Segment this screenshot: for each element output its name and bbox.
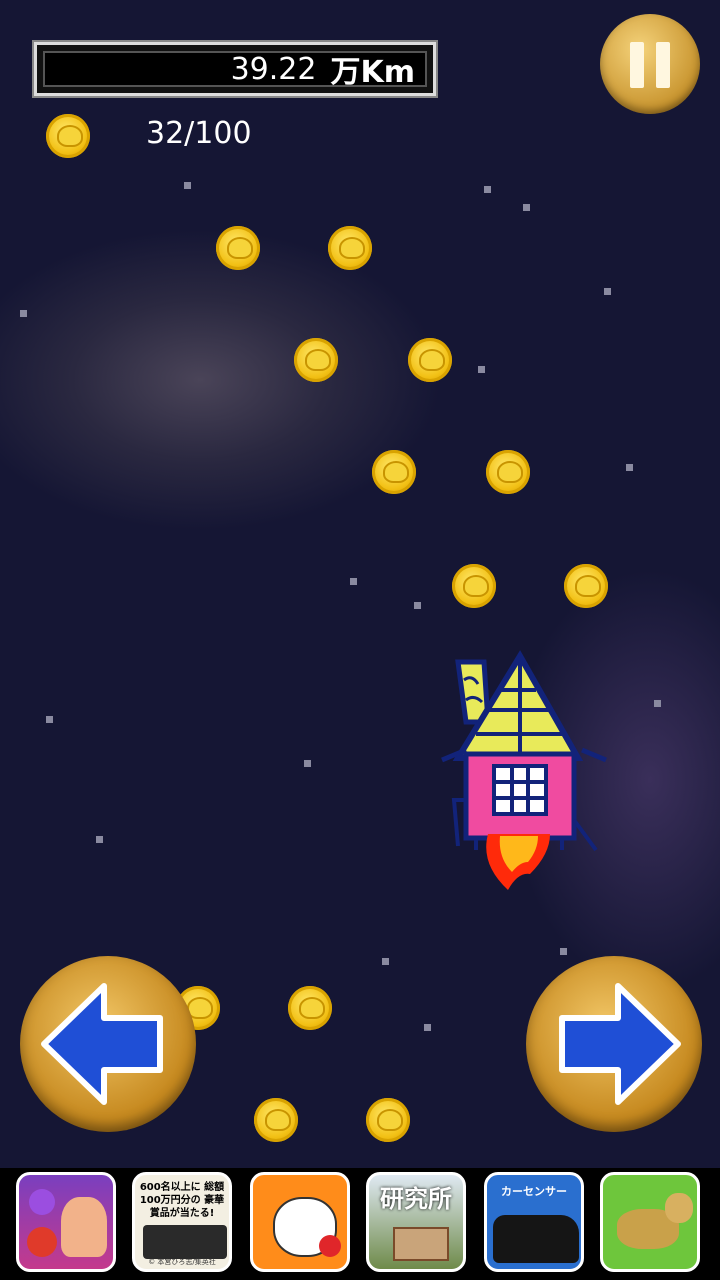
ad-cow-game[interactable] (600, 1172, 700, 1272)
coin-icon (452, 564, 496, 608)
coin-counter: 32/100 (146, 116, 252, 151)
ad-cat-game[interactable] (250, 1172, 350, 1272)
coin-icon (288, 986, 332, 1030)
pause-button[interactable] (600, 14, 700, 114)
right-arrow-icon (559, 983, 681, 1105)
flying-house-rocket (441, 650, 607, 890)
ad-carsensor[interactable]: カーセンサー (484, 1172, 584, 1272)
ad-bubble-witch[interactable] (16, 1172, 116, 1272)
coin-icon (486, 450, 530, 494)
coin-icon (294, 338, 338, 382)
ad-prize-text: 600名以上に 総額100万円分の 豪華賞品が当たる! (139, 1182, 225, 1219)
ad-prize-footer: © 本宮ひろ志/集英社 (148, 1258, 216, 1266)
distance-panel: 39.22 万Km (34, 42, 436, 96)
move-right-button[interactable] (526, 956, 702, 1132)
left-arrow-icon (41, 983, 163, 1105)
coin-icon (328, 226, 372, 270)
ad-bar: 600名以上に 総額100万円分の 豪華賞品が当たる! © 本宮ひろ志/集英社 … (0, 1168, 720, 1280)
coin-icon (564, 564, 608, 608)
coin-icon (366, 1098, 410, 1142)
coin-icon (216, 226, 260, 270)
distance-unit: 万Km (330, 55, 415, 90)
ad-laboratory-text: 研究所 (380, 1185, 452, 1213)
coin-icon (372, 450, 416, 494)
coin-icon (408, 338, 452, 382)
distance-value: 39.22 (230, 51, 317, 87)
coin-icon (46, 114, 90, 158)
ad-laboratory[interactable]: 研究所 (366, 1172, 466, 1272)
coin-icon (254, 1098, 298, 1142)
move-left-button[interactable] (20, 956, 196, 1132)
ad-prize-campaign[interactable]: 600名以上に 総額100万円分の 豪華賞品が当たる! © 本宮ひろ志/集英社 (132, 1172, 232, 1272)
ad-carsensor-text: カーセンサー (501, 1185, 567, 1198)
